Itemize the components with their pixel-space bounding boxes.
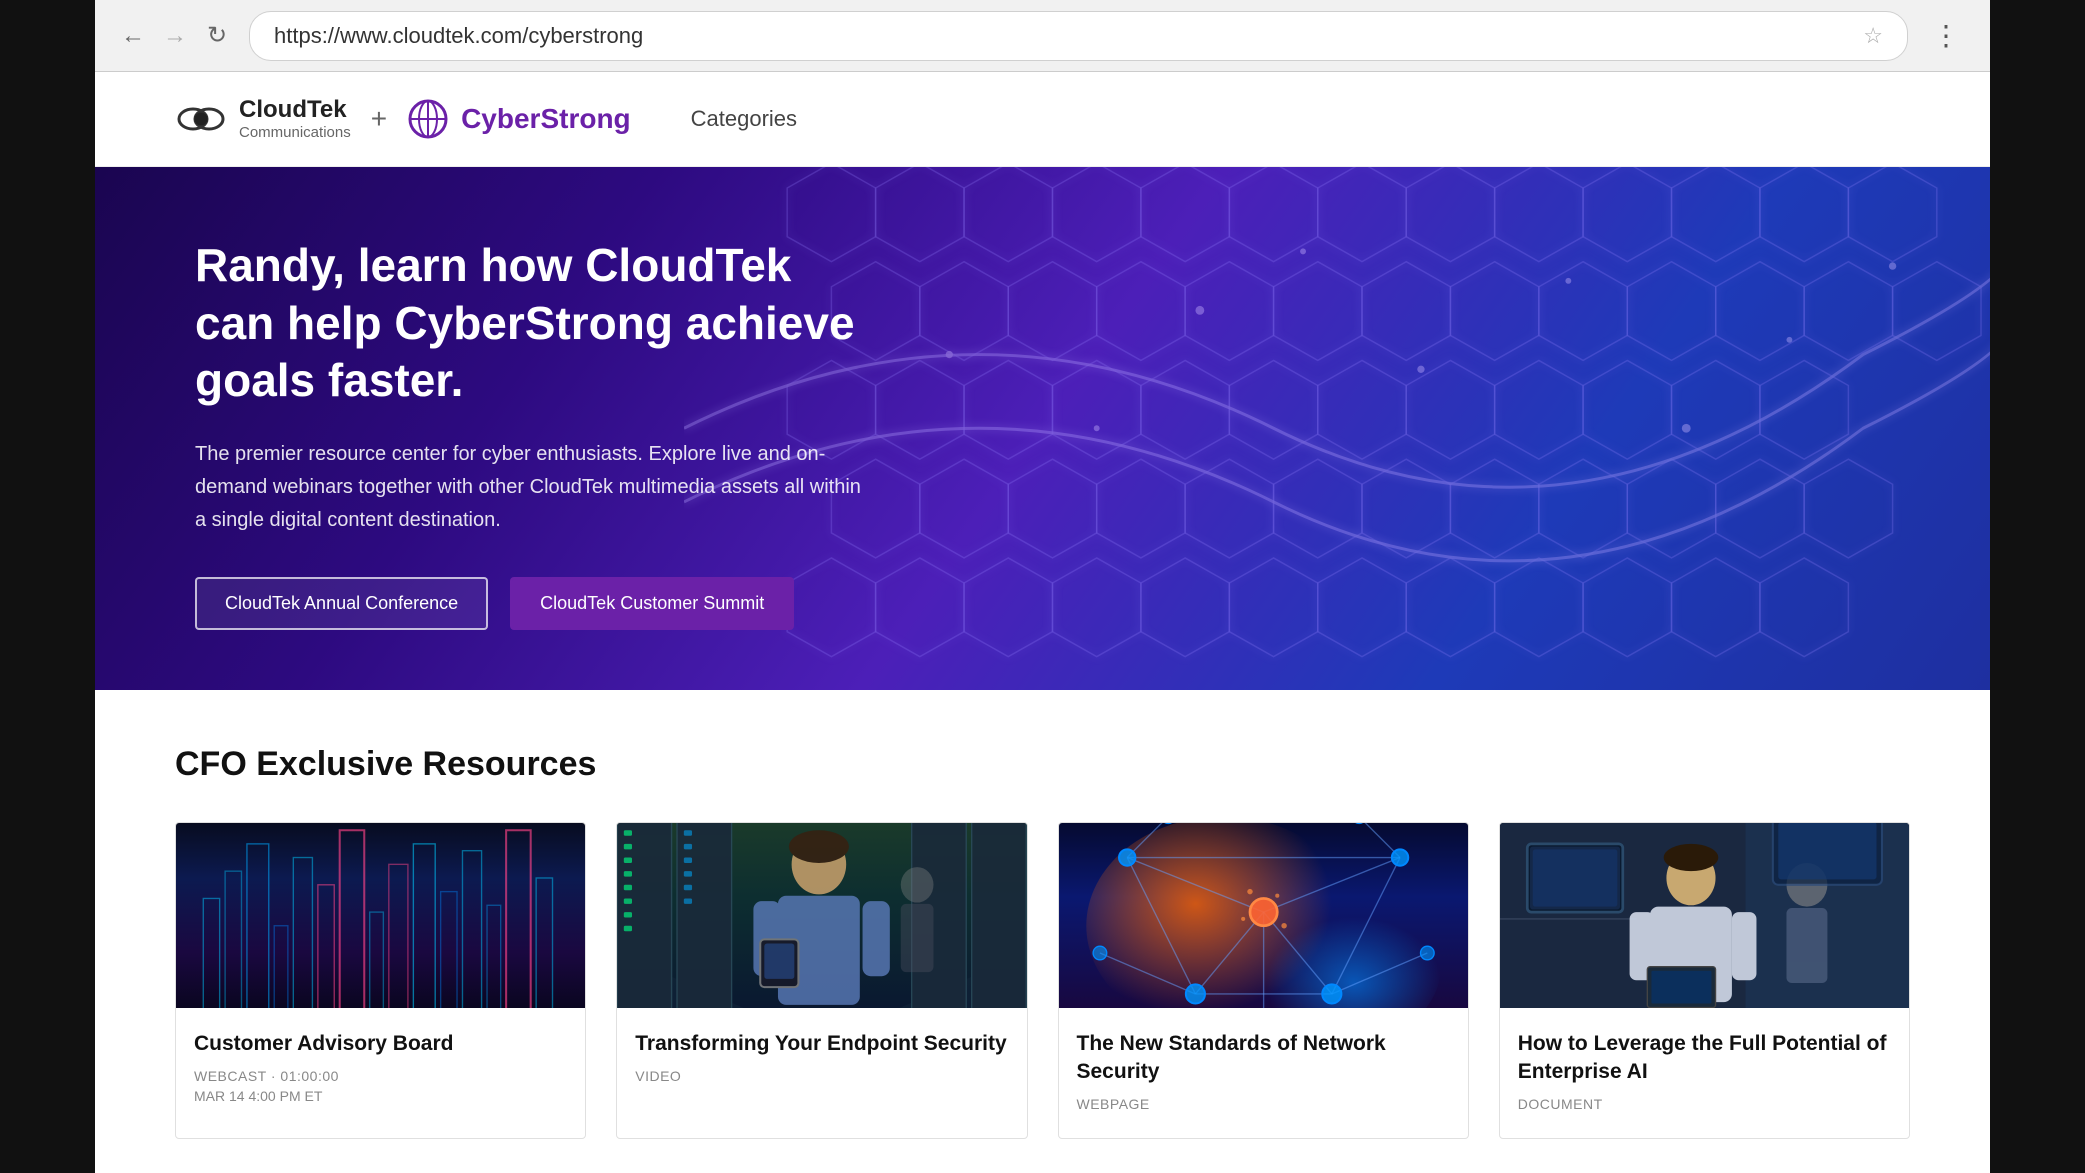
customer-summit-button[interactable]: CloudTek Customer Summit: [510, 577, 794, 630]
card-title-network: The New Standards of Network Security: [1077, 1030, 1450, 1087]
refresh-icon: ↻: [207, 21, 227, 50]
section-title: CFO Exclusive Resources: [175, 745, 1910, 784]
browser-menu-button[interactable]: ⋮: [1922, 19, 1970, 52]
cyberstrong-logo[interactable]: CyberStrong: [407, 98, 631, 140]
hero-content: Randy, learn how CloudTek can help Cyber…: [195, 237, 875, 630]
globe-icon: [407, 98, 449, 140]
url-text: https://www.cloudtek.com/cyberstrong: [274, 23, 643, 49]
nav-categories[interactable]: Categories: [691, 106, 797, 131]
card-image-ai: [1500, 823, 1909, 1008]
browser-chrome: ← → ↻ https://www.cloudtek.com/cyberstro…: [95, 0, 1990, 72]
card-image-endpoint: [617, 823, 1026, 1008]
back-arrow-icon: ←: [121, 22, 145, 50]
hero-bg-pattern: [684, 167, 1991, 690]
cloudtek-logo-icon: [175, 97, 227, 141]
cloudtek-subtitle: Communications: [239, 124, 351, 141]
card-date-advisory: MAR 14 4:00 PM ET: [194, 1088, 567, 1104]
cyberstrong-name: CyberStrong: [461, 103, 631, 135]
hero-description: The premier resource center for cyber en…: [195, 438, 875, 537]
card-enterprise-ai[interactable]: How to Leverage the Full Potential of En…: [1499, 822, 1910, 1140]
forward-button[interactable]: →: [157, 18, 193, 54]
back-button[interactable]: ←: [115, 18, 151, 54]
card-endpoint-security[interactable]: Transforming Your Endpoint Security VIDE…: [616, 822, 1027, 1140]
card-body-endpoint: Transforming Your Endpoint Security VIDE…: [617, 1008, 1026, 1110]
cards-grid: Customer Advisory Board WEBCAST · 01:00:…: [175, 822, 1910, 1140]
address-bar[interactable]: https://www.cloudtek.com/cyberstrong ☆: [249, 11, 1908, 61]
card-customer-advisory[interactable]: Customer Advisory Board WEBCAST · 01:00:…: [175, 822, 586, 1140]
forward-arrow-icon: →: [163, 22, 187, 50]
card-image-advisory: [176, 823, 585, 1008]
card-body-ai: How to Leverage the Full Potential of En…: [1500, 1008, 1909, 1139]
card-meta-advisory: WEBCAST · 01:00:00: [194, 1068, 567, 1084]
plus-divider: +: [371, 103, 387, 135]
cloudtek-name: CloudTek: [239, 97, 351, 123]
card-meta-ai: DOCUMENT: [1518, 1096, 1891, 1112]
hero-title: Randy, learn how CloudTek can help Cyber…: [195, 237, 875, 410]
card-image-network: [1059, 823, 1468, 1008]
annual-conference-button[interactable]: CloudTek Annual Conference: [195, 577, 488, 630]
card-title-ai: How to Leverage the Full Potential of En…: [1518, 1030, 1891, 1087]
cloudtek-logo[interactable]: CloudTek Communications: [175, 97, 351, 141]
card-meta-network: WEBPAGE: [1077, 1096, 1450, 1112]
refresh-button[interactable]: ↻: [199, 18, 235, 54]
hero-banner: Randy, learn how CloudTek can help Cyber…: [95, 167, 1990, 690]
content-section: CFO Exclusive Resources: [95, 690, 1990, 1173]
card-network-security[interactable]: The New Standards of Network Security WE…: [1058, 822, 1469, 1140]
bookmark-icon[interactable]: ☆: [1863, 23, 1883, 49]
card-title-endpoint: Transforming Your Endpoint Security: [635, 1030, 1008, 1058]
card-body-network: The New Standards of Network Security WE…: [1059, 1008, 1468, 1139]
card-meta-endpoint: VIDEO: [635, 1068, 1008, 1084]
card-body-advisory: Customer Advisory Board WEBCAST · 01:00:…: [176, 1008, 585, 1130]
hero-buttons: CloudTek Annual Conference CloudTek Cust…: [195, 577, 875, 630]
card-title-advisory: Customer Advisory Board: [194, 1030, 567, 1058]
site-header: CloudTek Communications + CyberStrong C: [95, 72, 1990, 167]
